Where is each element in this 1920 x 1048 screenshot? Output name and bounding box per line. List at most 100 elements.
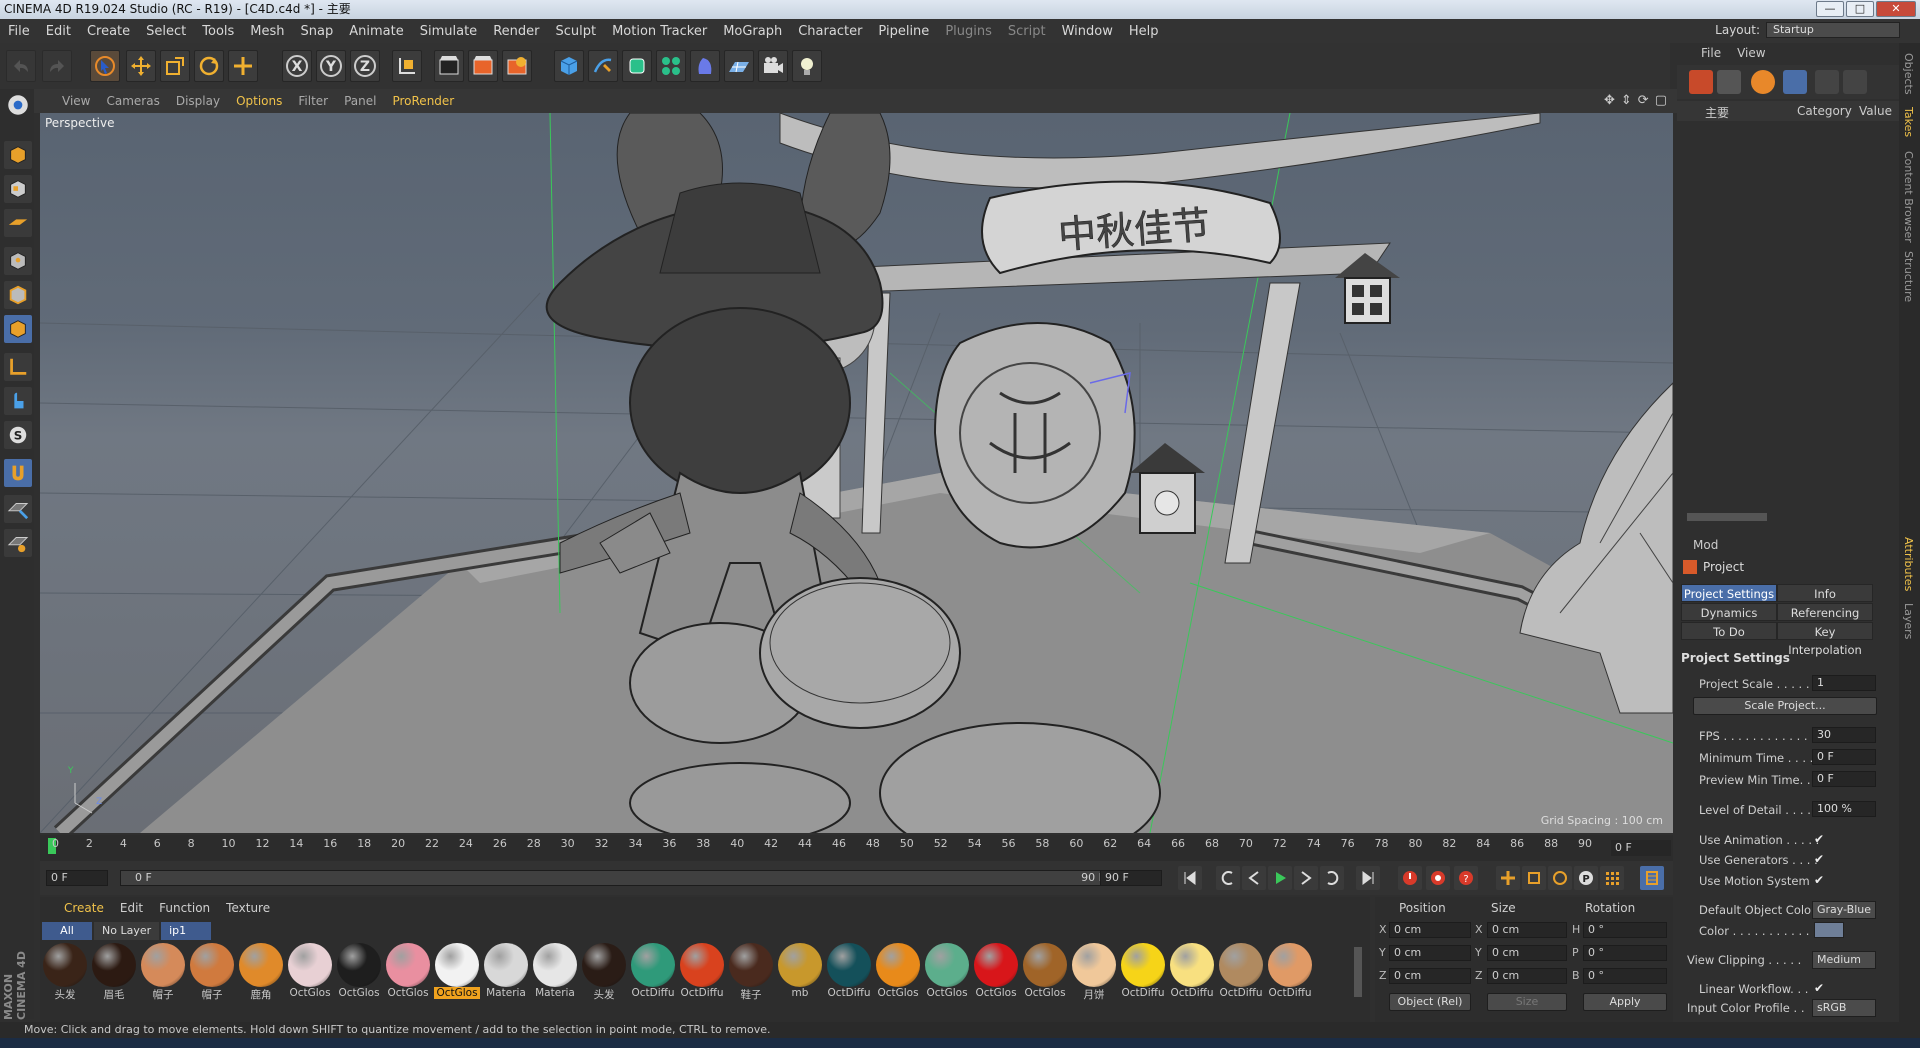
menu-mesh[interactable]: Mesh [242,24,292,39]
attribute-mode-menu[interactable]: Mod [1693,538,1718,552]
tab-info[interactable]: Info [1777,584,1873,602]
viewport-menu-prorender[interactable]: ProRender [384,94,462,108]
size-mode-select[interactable]: Size [1487,993,1567,1011]
render-picture-viewer-icon[interactable] [468,50,498,82]
material-menu-edit[interactable]: Edit [112,901,151,915]
viewport[interactable]: 中秋佳节 Perspective Y Z Grid Spacing: 100 … [40,113,1673,833]
menu-edit[interactable]: Edit [38,24,79,39]
redo-icon[interactable] [42,50,72,82]
previous-frame-icon[interactable] [1242,866,1266,890]
maximize-view-icon[interactable]: ▢ [1655,93,1667,108]
key-pla-icon[interactable] [1600,866,1624,890]
material-item[interactable]: Materia [532,943,578,1003]
move-icon[interactable] [126,50,156,82]
live-selection-icon[interactable] [90,50,120,82]
render-take-icon[interactable] [1815,70,1839,94]
minimum-time-field[interactable]: 0 F [1812,749,1876,765]
model-mode-icon[interactable] [4,141,32,169]
rot-h-field[interactable]: 0 ° [1583,922,1667,938]
axis-mode-icon[interactable] [4,353,32,381]
material-item[interactable]: OctDiffu [1218,943,1264,1003]
material-item[interactable]: 头发 [42,943,88,1003]
menu-simulate[interactable]: Simulate [412,24,485,39]
material-item[interactable]: OctDiffu [1169,943,1215,1003]
viewport-menu-cameras[interactable]: Cameras [98,94,167,108]
next-frame-icon[interactable] [1294,866,1318,890]
tab-ip1[interactable]: ip1 [161,922,212,940]
menu-script[interactable]: Script [1000,24,1054,39]
recent-tool-icon[interactable] [228,50,258,82]
enable-snap-icon[interactable] [4,459,32,487]
menu-render[interactable]: Render [485,24,547,39]
camera-take-icon[interactable] [1843,70,1867,94]
menu-pipeline[interactable]: Pipeline [870,24,937,39]
rot-b-field[interactable]: 0 ° [1583,968,1667,984]
edges-mode-icon[interactable] [4,281,32,309]
material-item[interactable]: OctGlos [287,943,333,1003]
override-icon[interactable] [1717,70,1741,94]
edit-render-settings-icon[interactable] [502,50,532,82]
use-generators-checkbox[interactable]: ✔ [1814,852,1824,866]
use-motion-system-checkbox[interactable]: ✔ [1814,873,1824,887]
workplane-icon[interactable] [4,209,32,237]
end-frame-field[interactable]: 90 F [1100,870,1162,886]
material-item[interactable]: OctGlos [434,943,480,1003]
pen-icon[interactable] [588,50,618,82]
material-item[interactable]: OctGlos [1022,943,1068,1003]
view-clipping-select[interactable]: Medium [1812,951,1876,969]
locked-workplane-icon[interactable] [4,529,32,557]
tab-key-interpolation[interactable]: Key Interpolation [1777,622,1873,657]
close-button[interactable]: ✕ [1876,1,1916,17]
menu-window[interactable]: Window [1054,24,1121,39]
menu-file[interactable]: File [0,24,38,39]
menu-character[interactable]: Character [790,24,870,39]
material-item[interactable]: OctDiffu [1120,943,1166,1003]
scale-project-button[interactable]: Scale Project... [1693,697,1877,715]
go-to-end-icon[interactable] [1356,866,1380,890]
default-object-color-select[interactable]: Gray-Blue [1812,901,1876,919]
orbit-icon[interactable]: ⟳ [1638,93,1649,108]
points-mode-icon[interactable] [4,247,32,275]
tab-to-do[interactable]: To Do [1681,622,1777,640]
tab-all[interactable]: All [42,922,92,940]
material-item[interactable]: 眉毛 [91,943,137,1003]
polygons-mode-icon[interactable] [4,315,32,343]
y-axis-icon[interactable]: Y [316,50,346,82]
object-menu-view[interactable]: View [1729,46,1773,60]
scale-icon[interactable] [160,50,190,82]
key-position-icon[interactable] [1496,866,1520,890]
rot-p-field[interactable]: 0 ° [1583,945,1667,961]
deformer-icon[interactable] [690,50,720,82]
material-item[interactable]: 帽子 [189,943,235,1003]
material-item[interactable]: mb [777,943,823,1003]
viewport-menu-panel[interactable]: Panel [336,94,384,108]
go-to-start-icon[interactable] [1178,866,1202,890]
tab-project-settings[interactable]: Project Settings [1681,584,1777,602]
material-item[interactable]: OctDiffu [1267,943,1313,1003]
menu-tools[interactable]: Tools [194,24,242,39]
auto-take-icon[interactable] [1751,70,1775,94]
previous-key-icon[interactable] [1216,866,1240,890]
minimize-button[interactable]: — [1816,1,1844,17]
menu-animate[interactable]: Animate [341,24,411,39]
side-tab-takes[interactable]: Takes [1902,107,1915,137]
pos-y-field[interactable]: 0 cm [1389,945,1471,961]
material-item[interactable]: OctGlos [385,943,431,1003]
current-frame-field[interactable]: 0 F [1611,840,1671,856]
material-item[interactable]: OctGlos [924,943,970,1003]
tab-no-layer[interactable]: No Layer [94,922,160,940]
timeline[interactable]: 0 2 4 6 8 10 12 14 16 18 20 22 24 26 28 30 32 34 36 38 40 42 4… [40,835,1673,861]
start-frame-field[interactable]: 0 F [46,870,108,886]
side-tab-content-browser[interactable]: Content Browser [1902,151,1915,243]
next-key-icon[interactable] [1320,866,1344,890]
play-icon[interactable] [1268,866,1292,890]
use-animation-checkbox[interactable]: ✔ [1814,832,1824,846]
level-of-detail-field[interactable]: 100 % [1812,801,1876,817]
material-menu-create[interactable]: Create [56,901,112,915]
menu-plugins[interactable]: Plugins [937,24,1000,39]
color-swatch[interactable] [1814,922,1844,938]
material-item[interactable]: 帽子 [140,943,186,1003]
timeline-window-icon[interactable] [1640,866,1664,890]
material-item[interactable]: OctGlos [336,943,382,1003]
undo-icon[interactable] [6,50,36,82]
